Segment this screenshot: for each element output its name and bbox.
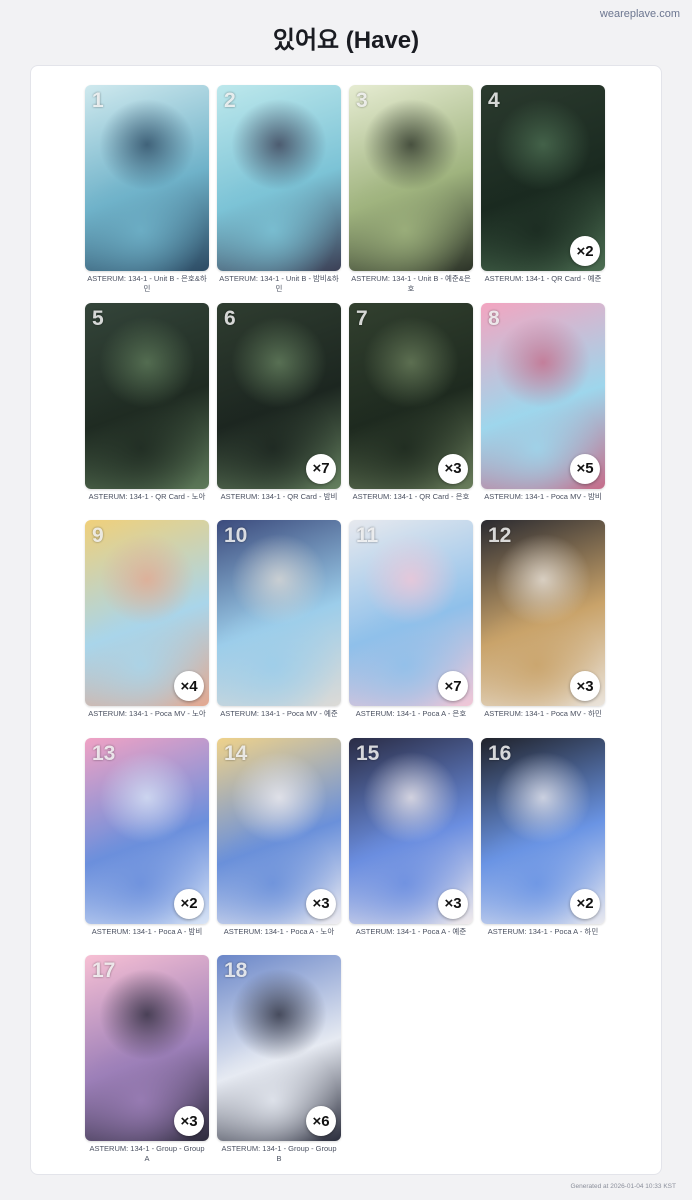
card-caption: ASTERUM: 134-1 - Poca A - 예준 [355, 926, 467, 936]
photocard-item[interactable]: 18 ×6 ASTERUM: 134-1 - Group - Group B [217, 955, 341, 1173]
card-caption: ASTERUM: 134-1 - Poca MV - 하민 [484, 709, 602, 718]
photocard-image[interactable]: 11 ×7 [349, 520, 473, 706]
card-number: 4 [488, 89, 500, 112]
photocard-image[interactable]: 8 ×5 [481, 302, 605, 489]
photocard-item[interactable]: 3 ASTERUM: 134-1 - Unit B - 예준&은호 [349, 85, 473, 303]
card-caption: ASTERUM: 134-1 - Unit B - 밤비&하민 [219, 274, 339, 293]
photocard-item[interactable]: 11 ×7 ASTERUM: 134-1 - Poca A - 은호 [349, 520, 473, 738]
card-caption: ASTERUM: 134-1 - Group - Group A [89, 1144, 205, 1163]
photocard-image[interactable]: 2 [217, 85, 341, 271]
photocard-image[interactable]: 10 [217, 520, 341, 706]
photocard-item[interactable]: 1 ASTERUM: 134-1 - Unit B - 은호&하민 [85, 85, 209, 303]
photocard-image[interactable]: 12 ×3 [481, 520, 605, 706]
photocard-image[interactable]: 7 ×3 [349, 302, 473, 489]
card-number: 2 [224, 89, 236, 112]
quantity-badge: ×3 [306, 888, 336, 919]
photocard-image[interactable]: 17 ×3 [85, 955, 209, 1141]
photocard-item[interactable]: 15 ×3 ASTERUM: 134-1 - Poca A - 예준 [349, 737, 473, 956]
photocard-image[interactable]: 15 ×3 [349, 737, 473, 924]
card-caption: ASTERUM: 134-1 - Poca A - 하민 [487, 926, 599, 936]
card-number: 7 [356, 306, 368, 330]
card-caption: ASTERUM: 134-1 - Unit B - 은호&하민 [87, 274, 207, 293]
card-number: 17 [92, 959, 116, 982]
photocard-item[interactable]: 4 ×2 ASTERUM: 134-1 - QR Card - 예준 [481, 85, 605, 303]
photocard-item[interactable]: 6 ×7 ASTERUM: 134-1 - QR Card - 밤비 [217, 302, 341, 521]
photocard-item[interactable]: 16 ×2 ASTERUM: 134-1 - Poca A - 하민 [481, 737, 605, 956]
photocard-image[interactable]: 5 [85, 302, 209, 489]
quantity-badge: ×3 [438, 888, 468, 919]
photocard-image[interactable]: 13 ×2 [85, 737, 209, 924]
quantity-badge: ×3 [570, 671, 600, 701]
photocard-image[interactable]: 16 ×2 [481, 737, 605, 924]
photocard-item[interactable]: 17 ×3 ASTERUM: 134-1 - Group - Group A [85, 955, 209, 1173]
quantity-badge: ×2 [174, 888, 204, 919]
card-collection-panel: 1 ASTERUM: 134-1 - Unit B - 은호&하민 2 ASTERUM… [30, 65, 662, 1175]
card-number: 9 [92, 524, 104, 547]
photocard-item[interactable]: 13 ×2 ASTERUM: 134-1 - Poca A - 밤비 [85, 737, 209, 956]
photocard-item[interactable]: 5 ASTERUM: 134-1 - QR Card - 노아 [85, 302, 209, 521]
photocard-image[interactable]: 3 [349, 85, 473, 271]
page-title: 있어요 (Have) [272, 27, 420, 54]
quantity-badge: ×7 [306, 453, 336, 484]
photocard-image[interactable]: 18 ×6 [217, 955, 341, 1141]
quantity-badge: ×6 [306, 1106, 336, 1136]
quantity-badge: ×4 [174, 671, 204, 701]
photocard-image[interactable]: 9 ×4 [85, 520, 209, 706]
quantity-badge: ×2 [570, 888, 600, 919]
card-grid: 1 ASTERUM: 134-1 - Unit B - 은호&하민 2 ASTERUM… [85, 85, 605, 1173]
photocard-item[interactable]: 7 ×3 ASTERUM: 134-1 - QR Card - 은호 [349, 302, 473, 521]
card-caption: ASTERUM: 134-1 - QR Card - 밤비 [220, 491, 338, 501]
photocard-image[interactable]: 6 ×7 [217, 302, 341, 489]
card-number: 12 [488, 524, 512, 547]
photocard-item[interactable]: 8 ×5 ASTERUM: 134-1 - Poca MV - 밤비 [481, 302, 605, 521]
photocard-image[interactable]: 14 ×3 [217, 737, 341, 924]
card-caption: ASTERUM: 134-1 - QR Card - 노아 [88, 491, 206, 501]
card-caption: ASTERUM: 134-1 - Poca MV - 밤비 [484, 491, 602, 501]
card-caption: ASTERUM: 134-1 - Unit B - 예준&은호 [351, 274, 471, 293]
quantity-badge: ×3 [174, 1106, 204, 1136]
photocard-item[interactable]: 12 ×3 ASTERUM: 134-1 - Poca MV - 하민 [481, 520, 605, 738]
card-caption: ASTERUM: 134-1 - Poca MV - 예준 [220, 709, 338, 718]
card-number: 14 [224, 741, 248, 765]
card-caption: ASTERUM: 134-1 - Poca MV - 노아 [88, 709, 206, 718]
card-number: 1 [92, 89, 104, 112]
card-caption: ASTERUM: 134-1 - Group - Group B [221, 1144, 337, 1163]
card-number: 5 [92, 306, 104, 330]
photocard-item[interactable]: 2 ASTERUM: 134-1 - Unit B - 밤비&하민 [217, 85, 341, 303]
generated-timestamp: Generated at 2026-01-04 10:33 KST [570, 1183, 676, 1190]
quantity-badge: ×3 [438, 453, 468, 484]
card-caption: ASTERUM: 134-1 - QR Card - 예준 [484, 274, 602, 283]
photocard-item[interactable]: 14 ×3 ASTERUM: 134-1 - Poca A - 노아 [217, 737, 341, 956]
card-number: 16 [488, 741, 512, 765]
card-number: 8 [488, 306, 500, 330]
card-number: 11 [356, 524, 379, 547]
site-link[interactable]: weareplave.com [600, 8, 680, 20]
quantity-badge: ×7 [438, 671, 468, 701]
card-number: 10 [224, 524, 248, 547]
card-caption: ASTERUM: 134-1 - Poca A - 은호 [355, 709, 467, 718]
photocard-image[interactable]: 4 ×2 [481, 85, 605, 271]
quantity-badge: ×5 [570, 453, 600, 484]
card-number: 3 [356, 89, 368, 112]
quantity-badge: ×2 [570, 236, 600, 266]
card-caption: ASTERUM: 134-1 - QR Card - 은호 [352, 491, 470, 501]
card-number: 18 [224, 959, 248, 982]
photocard-item[interactable]: 10 ASTERUM: 134-1 - Poca MV - 예준 [217, 520, 341, 738]
card-caption: ASTERUM: 134-1 - Poca A - 밤비 [91, 926, 203, 936]
card-caption: ASTERUM: 134-1 - Poca A - 노아 [223, 926, 335, 936]
photocard-item[interactable]: 9 ×4 ASTERUM: 134-1 - Poca MV - 노아 [85, 520, 209, 738]
card-number: 6 [224, 306, 236, 330]
card-number: 13 [92, 741, 116, 765]
photocard-image[interactable]: 1 [85, 85, 209, 271]
card-number: 15 [356, 741, 380, 765]
